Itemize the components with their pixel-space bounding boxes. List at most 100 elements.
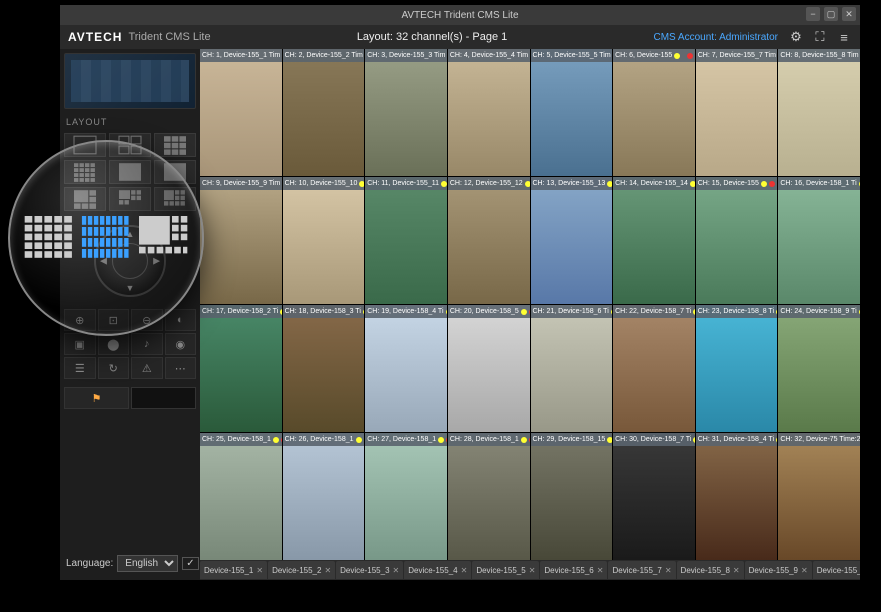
iris-button[interactable]: ◐ xyxy=(165,309,197,331)
preview-thumb[interactable] xyxy=(64,53,196,109)
tab-close-icon[interactable]: ✕ xyxy=(801,566,808,575)
camera-tile-19[interactable]: CH: 19, Device-158_4 Ti xyxy=(365,305,447,432)
camera-tile-11[interactable]: CH: 11, Device-155_11 xyxy=(365,177,447,304)
layout-8x4[interactable] xyxy=(154,160,196,184)
camera-tile-2[interactable]: CH: 2, Device-155_2 Tim xyxy=(283,49,365,176)
audio-button[interactable]: ♪ xyxy=(131,333,163,355)
camera-label: CH: 9, Device-155_9 Tim xyxy=(200,177,282,190)
settings-icon[interactable]: ⚙ xyxy=(788,29,804,45)
camera-tile-32[interactable]: CH: 32, Device-75 Time:20 xyxy=(778,433,860,560)
maximize-button[interactable]: ▢ xyxy=(824,7,838,21)
preset-button[interactable]: ☰ xyxy=(64,357,96,379)
fullscreen-icon[interactable]: ⛶ xyxy=(812,29,828,45)
account-link[interactable]: CMS Account: Administrator xyxy=(653,32,778,43)
tab-close-icon[interactable]: ✕ xyxy=(256,566,263,575)
tab-close-icon[interactable]: ✕ xyxy=(529,566,536,575)
camera-tile-25[interactable]: CH: 25, Device-158_1 xyxy=(200,433,282,560)
layout-4x4[interactable] xyxy=(64,160,106,184)
tab-close-icon[interactable]: ✕ xyxy=(665,566,672,575)
ptz-left-icon[interactable]: ◀ xyxy=(100,256,107,267)
record-button[interactable]: ⬤ xyxy=(98,333,130,355)
app-window: AVTECH Trident CMS Lite − ▢ ✕ AVTECH Tri… xyxy=(60,5,860,580)
camera-tile-18[interactable]: CH: 18, Device-158_3 Ti xyxy=(283,305,365,432)
ptz-right-icon[interactable]: ▶ xyxy=(153,256,160,267)
layout-1+5[interactable] xyxy=(64,187,106,211)
device-tab-3[interactable]: Device-155_3✕ xyxy=(336,561,403,579)
device-tab-2[interactable]: Device-155_2✕ xyxy=(268,561,335,579)
camera-tile-30[interactable]: CH: 30, Device-158_7 Ti xyxy=(613,433,695,560)
camera-tile-14[interactable]: CH: 14, Device-155_14 xyxy=(613,177,695,304)
tour-button[interactable]: ↻ xyxy=(98,357,130,379)
camera-tile-12[interactable]: CH: 12, Device-155_12 xyxy=(448,177,530,304)
camera-tile-3[interactable]: CH: 3, Device-155_3 Tim xyxy=(365,49,447,176)
device-tab-8[interactable]: Device-155_8✕ xyxy=(677,561,744,579)
camera-tile-13[interactable]: CH: 13, Device-155_13 xyxy=(531,177,613,304)
blank-button[interactable] xyxy=(131,387,196,409)
device-tab-9[interactable]: Device-155_9✕ xyxy=(745,561,812,579)
snapshot-button[interactable]: ▣ xyxy=(64,333,96,355)
close-button[interactable]: ✕ xyxy=(842,7,856,21)
more-button[interactable]: ⋯ xyxy=(165,357,197,379)
ptz-control[interactable]: ▲ ▼ ◀ ▶ xyxy=(64,221,196,301)
camera-tile-23[interactable]: CH: 23, Device-158_8 Ti xyxy=(696,305,778,432)
layout-2x2[interactable] xyxy=(109,133,151,157)
focus-button[interactable]: ⊡ xyxy=(98,309,130,331)
tab-close-icon[interactable]: ✕ xyxy=(393,566,400,575)
device-tab-6[interactable]: Device-155_6✕ xyxy=(540,561,607,579)
device-tab-1[interactable]: Device-155_1✕ xyxy=(200,561,267,579)
zoom-in-button[interactable]: ⊕ xyxy=(64,309,96,331)
camera-label: CH: 32, Device-75 Time:20 xyxy=(778,433,860,446)
layout-5x5[interactable] xyxy=(109,160,151,184)
camera-tile-17[interactable]: CH: 17, Device-158_2 Ti xyxy=(200,305,282,432)
camera-label: CH: 25, Device-158_1 xyxy=(200,433,282,446)
mic-button[interactable]: ◉ xyxy=(165,333,197,355)
recording-icon xyxy=(776,437,777,443)
ptz-down-icon[interactable]: ▼ xyxy=(126,283,135,293)
language-confirm-icon[interactable]: ✓ xyxy=(182,557,198,570)
camera-tile-20[interactable]: CH: 20, Device-158_5 xyxy=(448,305,530,432)
tab-close-icon[interactable]: ✕ xyxy=(461,566,468,575)
device-tab-10[interactable]: Device-155_10✕ xyxy=(813,561,860,579)
camera-tile-16[interactable]: CH: 16, Device-158_1 Ti xyxy=(778,177,860,304)
menu-icon[interactable]: ≡ xyxy=(836,29,852,45)
tab-close-icon[interactable]: ✕ xyxy=(733,566,740,575)
camera-tile-21[interactable]: CH: 21, Device-158_6 Ti xyxy=(531,305,613,432)
camera-tile-28[interactable]: CH: 28, Device-158_1 xyxy=(448,433,530,560)
camera-tile-6[interactable]: CH: 6, Device-155 xyxy=(613,49,695,176)
layout-1x1[interactable] xyxy=(64,133,106,157)
device-tab-5[interactable]: Device-155_5✕ xyxy=(472,561,539,579)
camera-tile-22[interactable]: CH: 22, Device-158_7 Ti xyxy=(613,305,695,432)
camera-label: CH: 23, Device-158_8 Ti xyxy=(696,305,778,318)
camera-tile-4[interactable]: CH: 4, Device-155_4 Tim xyxy=(448,49,530,176)
camera-tile-15[interactable]: CH: 15, Device-155 xyxy=(696,177,778,304)
recording-icon xyxy=(611,309,612,315)
camera-tile-8[interactable]: CH: 8, Device-155_8 Tim xyxy=(778,49,860,176)
device-tab-4[interactable]: Device-155_4✕ xyxy=(404,561,471,579)
ptz-up-icon[interactable]: ▲ xyxy=(126,229,135,239)
recording-icon xyxy=(359,181,364,187)
camera-tile-7[interactable]: CH: 7, Device-155_7 Tim xyxy=(696,49,778,176)
camera-tile-26[interactable]: CH: 26, Device-158_1 xyxy=(283,433,365,560)
tab-close-icon[interactable]: ✕ xyxy=(324,566,331,575)
camera-tile-27[interactable]: CH: 27, Device-158_1 xyxy=(365,433,447,560)
sidebar: LAYOUT ▲ ▼ ◀ ▶ ⊕ xyxy=(60,49,200,580)
camera-tile-31[interactable]: CH: 31, Device-158_4 Ti xyxy=(696,433,778,560)
minimize-button[interactable]: − xyxy=(806,7,820,21)
layout-1+7[interactable] xyxy=(109,187,151,211)
flag-button[interactable]: ⚑ xyxy=(64,387,129,409)
language-select[interactable]: English xyxy=(117,555,178,572)
camera-tile-29[interactable]: CH: 29, Device-158_15 xyxy=(531,433,613,560)
tab-close-icon[interactable]: ✕ xyxy=(597,566,604,575)
alarm-button[interactable]: ⚠ xyxy=(131,357,163,379)
camera-label: CH: 22, Device-158_7 Ti xyxy=(613,305,695,318)
camera-tile-10[interactable]: CH: 10, Device-155_10 xyxy=(283,177,365,304)
camera-tile-24[interactable]: CH: 24, Device-158_9 Ti xyxy=(778,305,860,432)
camera-tile-5[interactable]: CH: 5, Device-155_5 Tim xyxy=(531,49,613,176)
zoom-out-button[interactable]: ⊖ xyxy=(131,309,163,331)
layout-1+11[interactable] xyxy=(154,187,196,211)
camera-tile-9[interactable]: CH: 9, Device-155_9 Tim xyxy=(200,177,282,304)
layout-3x3[interactable] xyxy=(154,133,196,157)
device-tab-7[interactable]: Device-155_7✕ xyxy=(608,561,675,579)
ptz-joystick[interactable]: ▲ ▼ ◀ ▶ xyxy=(94,225,166,297)
camera-tile-1[interactable]: CH: 1, Device-155_1 Tim xyxy=(200,49,282,176)
